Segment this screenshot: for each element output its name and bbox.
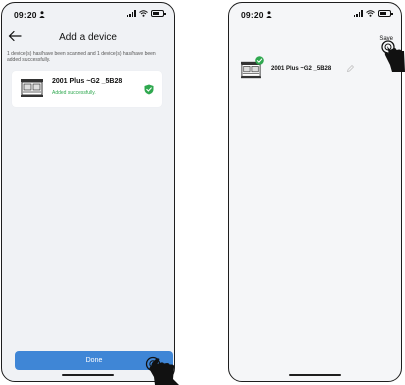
pencil-icon[interactable] <box>346 64 355 73</box>
user-status-icon <box>39 11 45 18</box>
status-bar: 09:20 <box>2 9 174 21</box>
status-bar: 09:20 <box>229 9 401 21</box>
wifi-icon <box>366 10 375 17</box>
user-status-icon <box>266 11 272 18</box>
generator-icon <box>21 79 43 97</box>
device-list-item[interactable]: 2001 Plus ~G2 _5B28 <box>239 56 393 80</box>
status-time: 09:20 <box>14 10 37 20</box>
device-status: Added successfully. <box>52 90 96 96</box>
home-indicator <box>62 373 114 376</box>
status-time: 09:20 <box>241 10 264 20</box>
page-title: Add a device <box>59 32 117 43</box>
battery-icon <box>378 10 393 17</box>
scan-result-text: 1 device(s) has/have been scanned and 1 … <box>7 51 156 63</box>
signal-icon <box>126 10 136 17</box>
status-icons <box>353 10 393 17</box>
shield-check-icon <box>144 84 154 95</box>
phone-screen-add-device: 09:20 Add a device 1 device(s) has/have … <box>1 2 175 382</box>
device-name: 2001 Plus ~G2 _5B28 <box>271 66 332 72</box>
hand-pointer-icon <box>145 356 179 385</box>
hand-pointer-icon <box>381 40 405 72</box>
battery-icon <box>151 10 166 17</box>
check-badge-icon <box>255 56 264 65</box>
wifi-icon <box>139 10 148 17</box>
home-indicator <box>289 373 341 376</box>
device-name: 2001 Plus ~G2 _5B28 <box>52 78 123 85</box>
device-card: 2001 Plus ~G2 _5B28 Added successfully. <box>12 71 162 107</box>
status-icons <box>126 10 166 17</box>
signal-icon <box>353 10 363 17</box>
phone-screen-device-list: 09:20 Save 2001 Plus ~G2 _5B28 <box>228 2 402 382</box>
